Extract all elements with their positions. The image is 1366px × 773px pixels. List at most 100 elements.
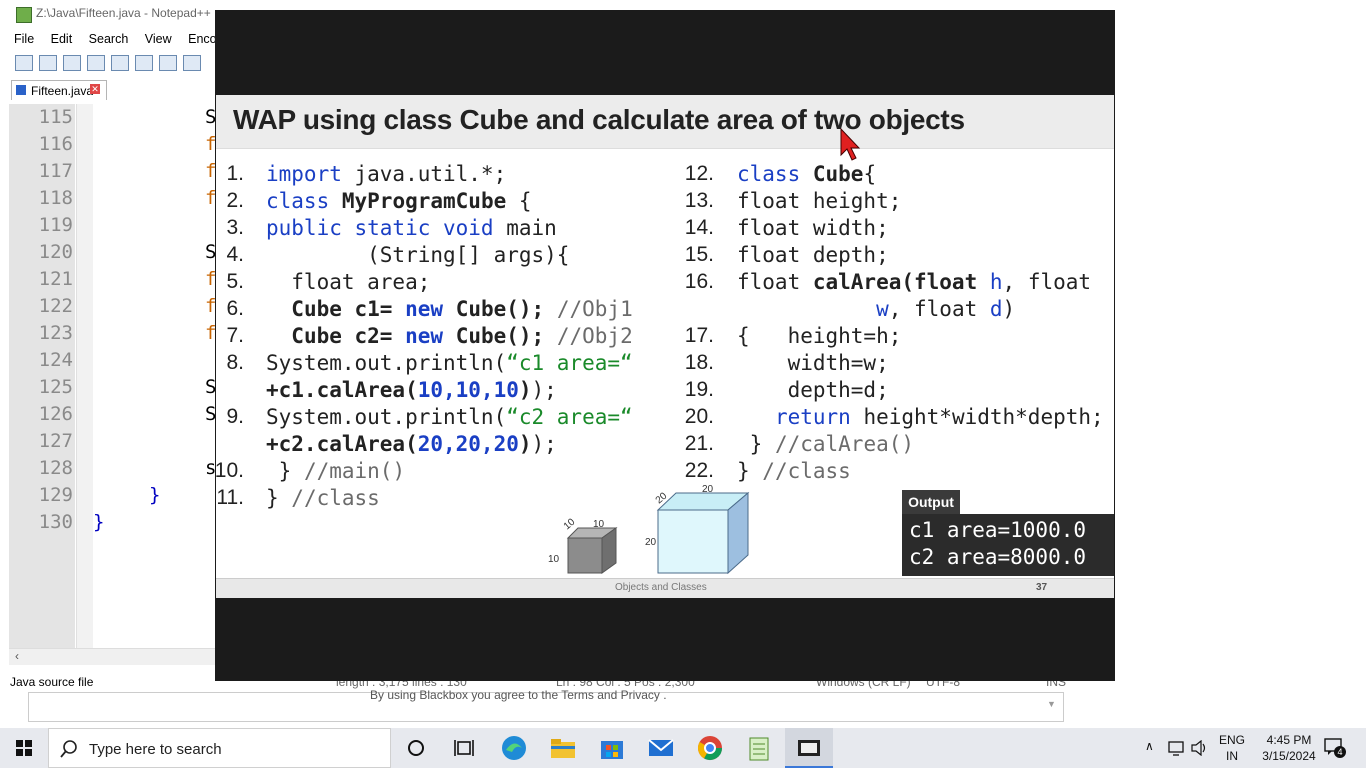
language-code: ENG (1219, 733, 1246, 747)
menu-file[interactable]: File (14, 32, 34, 46)
line-label: 16. (684, 270, 714, 293)
line-number: 126 (38, 403, 73, 425)
line-number: 118 (38, 187, 73, 209)
slide-code-line: { height=h; (737, 324, 902, 348)
line-number: 121 (38, 268, 73, 290)
taskbar: Type here to search ∧ ENG IN 4:45 PM 3/1… (0, 728, 1366, 768)
slide-code-line: width=w; (737, 351, 889, 375)
notepad-app-icon (16, 7, 32, 23)
save-icon[interactable] (63, 55, 81, 71)
toolbar (12, 52, 204, 74)
slide-code-line: System.out.println(“c1 area=“ (266, 351, 633, 375)
presentation-slide: WAP using class Cube and calculate area … (215, 95, 1114, 598)
active-app-slot[interactable] (785, 728, 833, 768)
region-code: IN (1226, 749, 1238, 763)
notepad-plus-plus-icon[interactable] (745, 734, 773, 762)
output-tab: Output (902, 490, 960, 514)
slide-code-line: return height*width*depth; (774, 405, 1104, 429)
start-button[interactable] (0, 728, 48, 768)
cube-dim-label: 20 (645, 537, 657, 548)
notification-center-icon[interactable]: 4 (1324, 738, 1346, 758)
line-label: 20. (684, 405, 714, 428)
slide-code-line: } //class (266, 486, 380, 510)
search-icon (60, 740, 77, 758)
line-number: 119 (38, 214, 73, 236)
line-number: 116 (38, 133, 73, 155)
notification-count-badge: 4 (1334, 746, 1346, 758)
scroll-down-icon[interactable]: ▼ (1047, 699, 1056, 709)
task-view-icon[interactable] (450, 734, 478, 762)
line-label: 19. (684, 378, 714, 401)
code-brace: } (149, 484, 161, 506)
slide-footer: Objects and Classes 37 (216, 578, 1114, 598)
line-label: 5. (226, 270, 244, 293)
slide-code-line: public static void main (266, 216, 557, 240)
open-file-icon[interactable] (39, 55, 57, 71)
line-label: 7. (226, 324, 244, 347)
line-label: 9. (226, 405, 244, 428)
line-label: 1. (226, 162, 244, 185)
small-cube-front (567, 537, 603, 574)
clock-date: 3/15/2024 (1262, 749, 1316, 763)
mouse-cursor-icon (840, 128, 861, 161)
line-number: 123 (38, 322, 73, 344)
output-line: c1 area=1000.0 (909, 518, 1087, 542)
show-hidden-icons-icon[interactable]: ∧ (1145, 739, 1154, 753)
cortana-icon[interactable] (402, 734, 430, 762)
line-label: 17. (684, 324, 714, 347)
scroll-left-icon[interactable]: ‹ (15, 649, 19, 663)
search-placeholder: Type here to search (89, 741, 222, 758)
horizontal-scrollbar[interactable]: ‹ (9, 648, 215, 665)
tab-close-icon[interactable]: ✕ (90, 84, 100, 94)
line-label: 18. (684, 351, 714, 374)
slide-code-line: depth=d; (737, 378, 889, 402)
slide-header: WAP using class Cube and calculate area … (216, 95, 1114, 149)
chrome-icon[interactable] (696, 734, 724, 762)
slide-footer-text: Objects and Classes (615, 582, 707, 593)
close-all-icon[interactable] (135, 55, 153, 71)
save-disk-icon (16, 85, 26, 95)
network-icon[interactable] (1168, 740, 1186, 756)
menu-search[interactable]: Search (89, 32, 129, 46)
input-language[interactable]: ENG IN (1219, 732, 1245, 764)
slide-code-line: +c1.calArea(10,10,10)); (266, 378, 557, 402)
menu-view[interactable]: View (145, 32, 172, 46)
slide-code-line: float depth; (737, 243, 889, 267)
blackbox-app-icon (798, 740, 820, 756)
save-all-icon[interactable] (87, 55, 105, 71)
new-file-icon[interactable] (15, 55, 33, 71)
window-title: Z:\Java\Fifteen.java - Notepad++ (36, 6, 211, 20)
slide-code-line: class Cube{ (737, 162, 877, 186)
line-label: 15. (684, 243, 714, 266)
cube-dim-label: 10 (548, 554, 560, 565)
slide-code-line: float calArea(float h, float (737, 270, 1092, 294)
taskbar-search-box[interactable]: Type here to search (48, 728, 391, 768)
file-explorer-icon[interactable] (549, 734, 577, 762)
microsoft-store-icon[interactable] (598, 734, 626, 762)
footer-notice: By using Blackbox you agree to the Terms… (370, 688, 667, 702)
slide-code-line: +c2.calArea(20,20,20)); (266, 432, 557, 456)
status-file-type: Java source file (10, 675, 94, 689)
line-label: 4. (226, 243, 244, 266)
tab-fifteen-java[interactable]: Fifteen.java ✕ (11, 80, 107, 100)
clock-time: 4:45 PM (1266, 733, 1312, 747)
menu-edit[interactable]: Edit (51, 32, 73, 46)
line-number: 125 (38, 376, 73, 398)
cut-icon[interactable] (183, 55, 201, 71)
line-label: 13. (684, 189, 714, 212)
slide-code-line: } //calArea() (737, 432, 915, 456)
slide-page-number: 37 (1036, 582, 1048, 593)
output-console: c1 area=1000.0 c2 area=8000.0 (902, 514, 1114, 576)
slide-code-line: Cube c1= new Cube(); //Obj1 (291, 297, 633, 321)
tab-label: Fifteen.java (31, 84, 94, 98)
mail-icon[interactable] (647, 734, 675, 762)
volume-icon[interactable] (1191, 740, 1209, 756)
code-area[interactable]: S f f f S f f f S S s } } (93, 104, 216, 648)
edge-browser-icon[interactable] (500, 734, 528, 762)
line-label: 6. (226, 297, 244, 320)
clock[interactable]: 4:45 PM 3/15/2024 (1256, 732, 1322, 764)
line-label: 2. (226, 189, 244, 212)
close-icon[interactable] (111, 55, 129, 71)
print-icon[interactable] (159, 55, 177, 71)
slide-code-line: class MyProgramCube { (266, 189, 532, 213)
